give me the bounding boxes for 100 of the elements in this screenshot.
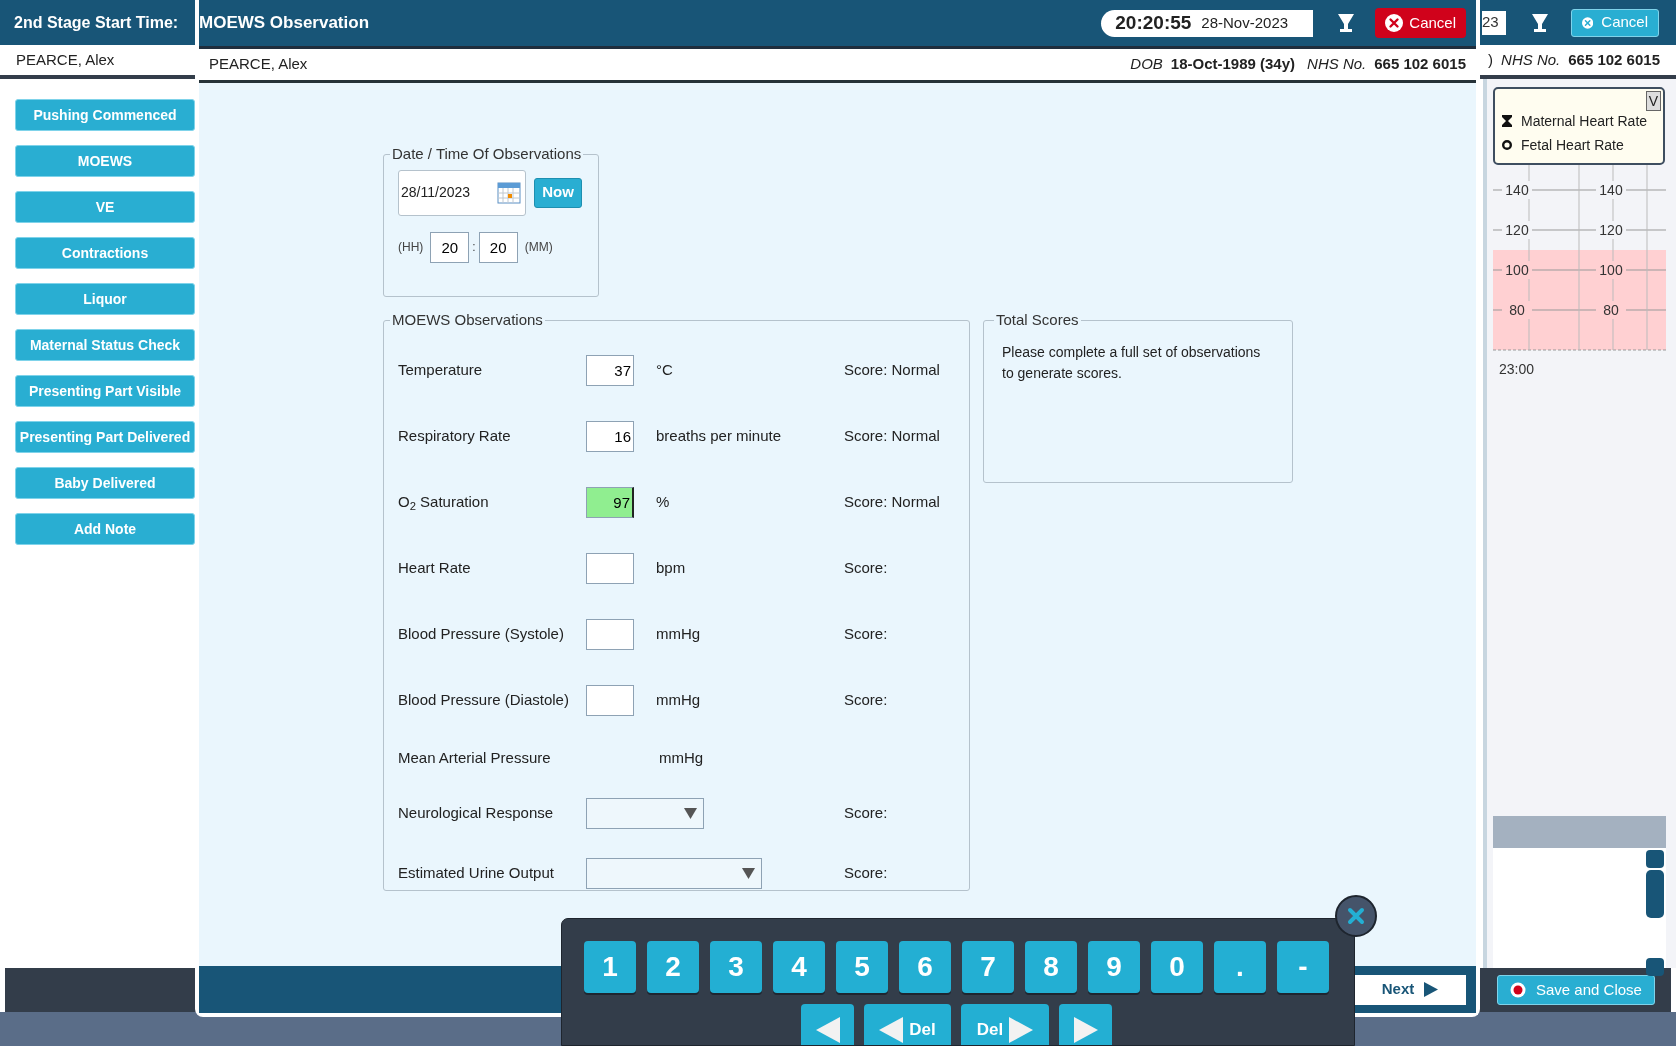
number-field[interactable] <box>586 685 634 716</box>
side-menu-button[interactable]: Add Note <box>15 513 195 545</box>
scroll-up-button[interactable] <box>1646 850 1664 868</box>
dialog-title: MOEWS Observation <box>199 12 370 35</box>
legend-label: Fetal Heart Rate <box>1521 135 1624 155</box>
field-label: Neurological Response <box>398 803 555 824</box>
dob-value: ) <box>1488 49 1494 70</box>
scroll-down-button[interactable] <box>1646 958 1664 976</box>
score-text: Score: Normal <box>844 360 940 381</box>
keypad-key[interactable]: . <box>1214 941 1266 993</box>
number-field[interactable]: 16 <box>586 421 634 452</box>
axis-label: 120 <box>1505 222 1529 238</box>
minutes-label: (MM) <box>524 239 553 256</box>
scrollbar-thumb[interactable] <box>1646 870 1664 918</box>
close-icon <box>1385 14 1404 32</box>
group-title: Total Scores <box>995 310 1080 330</box>
score-text: Score: Normal <box>844 426 940 447</box>
side-menu-button[interactable]: VE <box>15 191 195 223</box>
number-field[interactable] <box>586 553 634 584</box>
hours-label: (HH) <box>398 239 424 256</box>
field-label: Respiratory Rate <box>398 426 512 447</box>
axis-label: 140 <box>1505 182 1529 198</box>
unit-label: mmHg <box>656 625 701 643</box>
left-arrow-icon <box>815 1017 840 1043</box>
keypad-key[interactable]: Del <box>961 1004 1049 1045</box>
now-button[interactable]: Now <box>534 177 582 208</box>
number-field[interactable]: 97 <box>586 487 634 518</box>
field-label: Temperature <box>398 360 484 381</box>
clock-date: 28-Nov-2023 <box>1201 12 1289 33</box>
unit-label: mmHg <box>656 691 701 709</box>
side-menu-button[interactable]: MOEWS <box>15 145 195 177</box>
side-menu-button[interactable]: Liquor <box>15 283 195 315</box>
cancel-button[interactable]: Cancel <box>1375 8 1466 38</box>
nhs-label: NHS No. <box>1501 49 1561 70</box>
hours-field[interactable]: 20 <box>430 231 470 263</box>
keypad-key[interactable]: 0 <box>1151 941 1203 993</box>
patient-name: PEARCE, Alex <box>16 49 115 70</box>
side-menu-button[interactable]: Maternal Status Check <box>15 329 195 361</box>
keypad-key[interactable]: 3 <box>710 941 762 993</box>
keypad-key[interactable]: 2 <box>647 941 699 993</box>
field-label: Heart Rate <box>398 558 472 579</box>
hourglass-icon <box>1501 115 1513 127</box>
keypad-key[interactable] <box>1059 1004 1112 1045</box>
side-menu-button[interactable]: Pushing Commenced <box>15 99 195 131</box>
next-button[interactable]: Next <box>1354 974 1466 1005</box>
keypad-key[interactable]: 4 <box>773 941 825 993</box>
field-label: Blood Pressure (Diastole) <box>398 690 570 711</box>
unit-label: breaths per minute <box>656 427 782 445</box>
keypad-key[interactable]: Del <box>864 1004 951 1045</box>
axis-label: 80 <box>1603 302 1619 318</box>
axis-label: 100 <box>1505 262 1529 278</box>
side-menu-button[interactable]: Contractions <box>15 237 195 269</box>
nhs-label: NHS No. <box>1307 54 1367 75</box>
date-field[interactable]: 28/11/2023 <box>398 169 526 216</box>
calendar-icon[interactable] <box>497 181 521 204</box>
score-text: Score: <box>844 558 888 579</box>
right-arrow-icon <box>1009 1017 1034 1043</box>
filter-icon[interactable] <box>1531 12 1549 33</box>
unit-label: % <box>656 493 670 511</box>
left-arrow-icon <box>879 1017 904 1043</box>
keypad-key[interactable]: - <box>1277 941 1329 993</box>
nhs-number: 665 102 6015 <box>1568 49 1660 70</box>
keypad-key[interactable]: 9 <box>1088 941 1140 993</box>
number-field[interactable] <box>586 619 634 650</box>
side-menu-button[interactable]: Presenting Part Delivered <box>15 421 195 453</box>
field-label: Blood Pressure (Systole) <box>398 624 565 645</box>
keypad-key[interactable]: 1 <box>584 941 636 993</box>
circle-icon <box>1501 139 1513 151</box>
minutes-field[interactable]: 20 <box>478 231 518 263</box>
caret-icon <box>742 868 755 879</box>
keypad-key[interactable]: 5 <box>836 941 888 993</box>
save-and-close-button[interactable]: Save and Close <box>1497 975 1655 1005</box>
axis-label: 100 <box>1599 262 1623 278</box>
toggle-button[interactable]: V <box>1645 91 1661 111</box>
play-icon <box>1424 982 1439 997</box>
keypad-key[interactable]: 8 <box>1025 941 1077 993</box>
record-icon <box>1510 982 1526 998</box>
dropdown-field[interactable] <box>586 798 704 829</box>
keypad-key[interactable] <box>801 1004 854 1045</box>
cancel-button[interactable]: Cancel <box>1571 8 1659 37</box>
field-label: Estimated Urine Output <box>398 863 555 884</box>
time-separator: : <box>472 239 476 256</box>
field-label: Mean Arterial Pressure <box>398 748 552 769</box>
side-menu-button[interactable]: Baby Delivered <box>15 467 195 499</box>
keypad-key[interactable]: 6 <box>899 941 951 993</box>
filter-icon[interactable] <box>1337 13 1356 33</box>
caret-icon <box>684 808 697 819</box>
clock-time: 20:20:55 <box>1115 10 1192 35</box>
side-menu-button[interactable]: Presenting Part Visible <box>15 375 195 407</box>
unit-label: °C <box>656 361 673 379</box>
number-field[interactable]: 37 <box>586 355 634 386</box>
keypad-key[interactable]: 7 <box>962 941 1014 993</box>
time-label: 23:00 <box>1499 360 1536 379</box>
unit-label: mmHg <box>659 749 704 767</box>
score-text: Score: <box>844 624 888 645</box>
dropdown-field[interactable] <box>586 858 762 889</box>
dob-value: 18-Oct-1989 (34y) <box>1170 54 1296 75</box>
nhs-number: 665 102 6015 <box>1374 54 1466 75</box>
scores-message: Please complete a full set of observations to generate scores. <box>1002 342 1262 383</box>
score-text: Score: <box>844 863 888 884</box>
